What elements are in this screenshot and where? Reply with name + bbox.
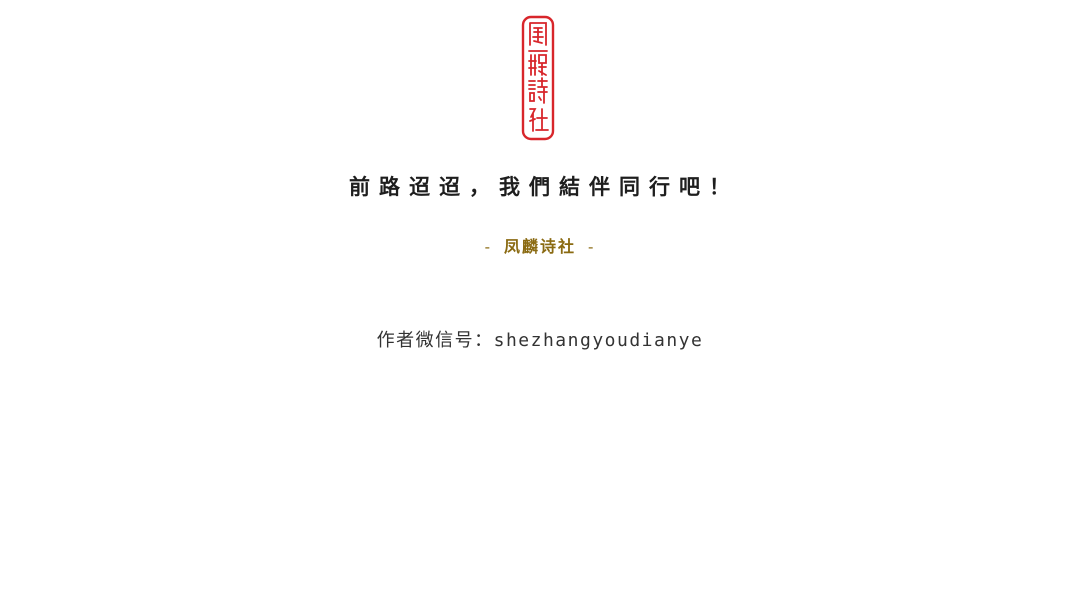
author-wechat-id: shezhangyoudianye [493, 330, 704, 351]
society-seal-stamp [521, 15, 555, 141]
signature-dash-left: - [484, 237, 492, 256]
closing-headline: 前路迢迢，我們結伴同行吧！ [349, 174, 739, 199]
author-wechat-label: 作者微信号： [376, 330, 494, 351]
author-wechat-line: 作者微信号：shezhangyoudianye [0, 327, 1080, 355]
society-name: 凤麟诗社 [503, 237, 576, 256]
signature-dash-right: - [588, 237, 596, 256]
society-signature: - 凤麟诗社 - [0, 233, 1080, 261]
article-footer: 前路迢迢，我們結伴同行吧！ - 凤麟诗社 - 作者微信号：shezhangyoudi… [0, 0, 1080, 608]
